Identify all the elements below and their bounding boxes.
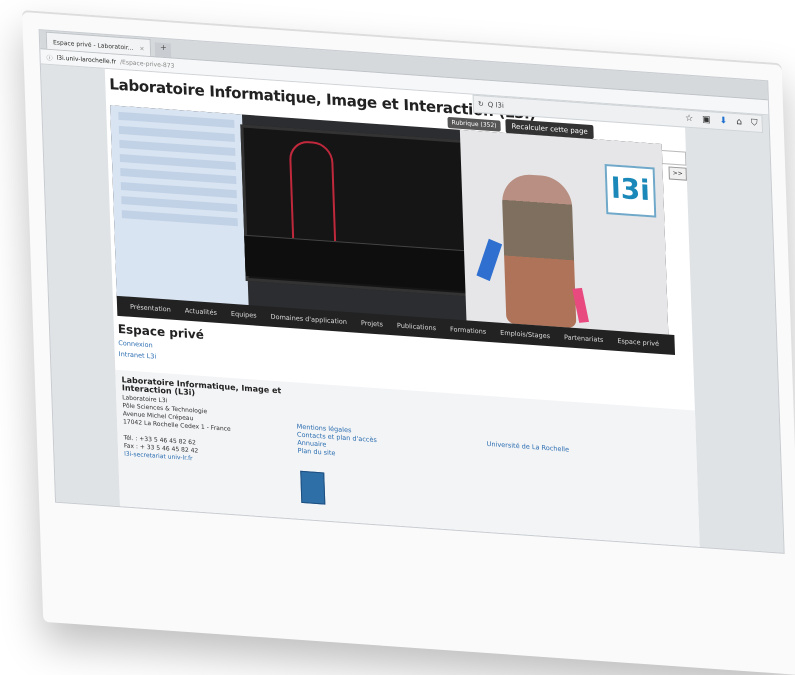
browser-window: Espace privé - Laboratoir... × + ⓘ l3i.u…: [38, 29, 785, 554]
web-page: Laboratoire Informatique, Image et Inter…: [104, 68, 764, 547]
nav-item-projets[interactable]: Projets: [354, 318, 390, 329]
tilted-screen: Espace privé - Laboratoir... × + ⓘ l3i.u…: [22, 10, 795, 675]
clipboard-icon[interactable]: ▣: [702, 115, 711, 126]
nav-item-publications[interactable]: Publications: [390, 321, 443, 333]
l3i-logo[interactable]: l3i: [604, 163, 657, 218]
nav-item-emplois[interactable]: Emplois/Stages: [493, 328, 557, 341]
person-figure: [501, 172, 577, 329]
page-viewport: Laboratoire Informatique, Image et Inter…: [40, 64, 784, 553]
nav-item-equipes[interactable]: Equipes: [224, 309, 264, 320]
footer-links: Mentions légales Contacts et plan d'accè…: [297, 423, 378, 461]
tab-title: Espace privé - Laboratoir...: [52, 38, 134, 52]
publication-thumbnail[interactable]: [300, 470, 326, 505]
url-path: /Espace-prive-873: [119, 58, 175, 70]
close-icon[interactable]: ×: [139, 45, 144, 52]
footer: Laboratoire Informatique, Image et Inter…: [115, 369, 700, 547]
toolbar-icons: ☆ ▣ ⬇ ⌂ ⛉: [685, 114, 758, 129]
reload-icon[interactable]: ↻: [478, 100, 484, 108]
nav-item-domaines[interactable]: Domaines d'application: [263, 312, 354, 326]
stage: Espace privé - Laboratoir... × + ⓘ l3i.u…: [0, 0, 795, 675]
search-input[interactable]: Q l3i: [488, 101, 504, 110]
espace-prive-section: Espace privé Connexion Intranet L3i: [118, 322, 205, 364]
university-link[interactable]: Université de La Rochelle: [487, 440, 570, 454]
new-tab-button[interactable]: +: [155, 42, 172, 58]
nav-item-actualites[interactable]: Actualités: [178, 306, 224, 317]
url-domain: l3i.univ-larochelle.fr: [56, 53, 117, 66]
star-icon[interactable]: ☆: [685, 114, 693, 125]
shield-icon[interactable]: ⛉: [751, 118, 758, 129]
software-panel: [110, 105, 249, 308]
footer-address: Laboratoire Informatique, Image et Inter…: [121, 375, 284, 469]
nav-item-formations[interactable]: Formations: [443, 325, 493, 337]
skeleton-figure: [288, 139, 337, 248]
info-icon[interactable]: ⓘ: [46, 52, 52, 61]
download-icon[interactable]: ⬇: [720, 116, 728, 127]
nav-item-partenariats[interactable]: Partenariats: [557, 333, 611, 345]
nav-item-presentation[interactable]: Présentation: [123, 302, 178, 314]
search-submit-button[interactable]: >>: [668, 166, 687, 181]
home-icon[interactable]: ⌂: [736, 117, 742, 127]
nav-item-espace-prive[interactable]: Espace privé: [610, 336, 666, 348]
